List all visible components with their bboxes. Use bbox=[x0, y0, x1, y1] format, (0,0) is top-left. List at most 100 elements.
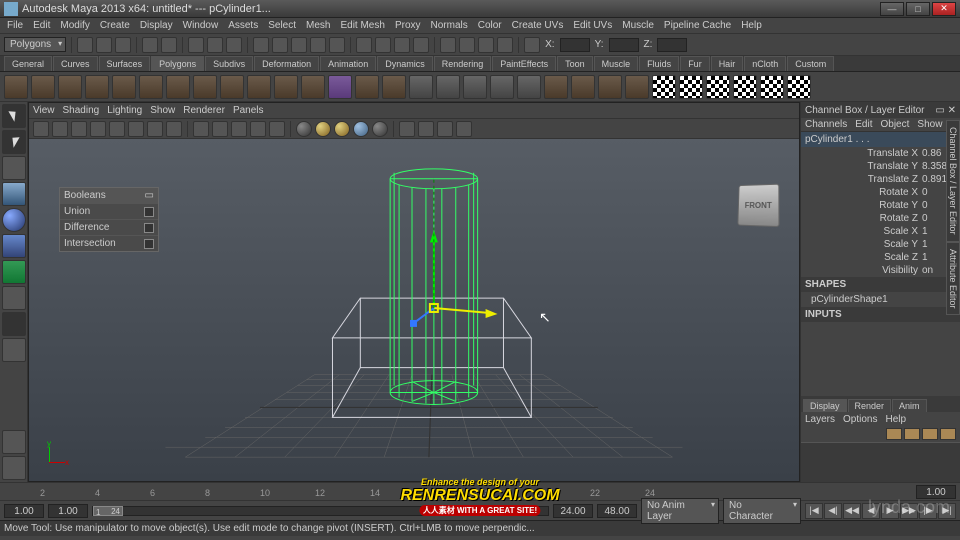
prev-key-button[interactable]: ◀◀ bbox=[843, 503, 861, 519]
cb-menu-channels[interactable]: Channels bbox=[805, 119, 847, 130]
vp-bookmark-icon[interactable] bbox=[52, 121, 68, 137]
shelf-item-icon[interactable] bbox=[787, 75, 811, 99]
menu-file[interactable]: File bbox=[2, 20, 28, 31]
shelf-tab-animation[interactable]: Animation bbox=[320, 56, 376, 71]
shelf-item-icon[interactable] bbox=[436, 75, 460, 99]
snap-curve-icon[interactable] bbox=[272, 37, 288, 53]
shelf-tab-toon[interactable]: Toon bbox=[557, 56, 593, 71]
new-scene-icon[interactable] bbox=[77, 37, 93, 53]
shelf-item-icon[interactable] bbox=[409, 75, 433, 99]
vp-select-camera-icon[interactable] bbox=[33, 121, 49, 137]
scale-tool-icon[interactable] bbox=[2, 234, 26, 258]
shelf-item-icon[interactable] bbox=[598, 75, 622, 99]
vp-highquality-icon[interactable] bbox=[315, 121, 331, 137]
shelf-item-icon[interactable] bbox=[382, 75, 406, 99]
layer-tab-display[interactable]: Display bbox=[803, 399, 847, 412]
shelf-item-icon[interactable] bbox=[58, 75, 82, 99]
vp-smooth-shade-icon[interactable] bbox=[212, 121, 228, 137]
shelf-tab-ncloth[interactable]: nCloth bbox=[744, 56, 786, 71]
select-by-object-icon[interactable] bbox=[207, 37, 223, 53]
vp-depth-icon[interactable] bbox=[456, 121, 472, 137]
vp-viewport2-icon[interactable] bbox=[334, 121, 350, 137]
coord-x-input[interactable] bbox=[560, 38, 590, 52]
vp-film-gate-icon[interactable] bbox=[128, 121, 144, 137]
cb-menu-object[interactable]: Object bbox=[881, 119, 910, 130]
shelf-item-icon[interactable] bbox=[301, 75, 325, 99]
panel-close-icon[interactable]: ▭ ✕ bbox=[935, 105, 956, 116]
shelf-tab-polygons[interactable]: Polygons bbox=[151, 56, 204, 71]
layer-tab-render[interactable]: Render bbox=[848, 399, 892, 412]
paint-select-tool-icon[interactable] bbox=[2, 156, 26, 180]
menu-display[interactable]: Display bbox=[135, 20, 178, 31]
shelf-item-icon[interactable] bbox=[463, 75, 487, 99]
shelf-item-icon[interactable] bbox=[4, 75, 28, 99]
anim-layer-dropdown[interactable]: No Anim Layer bbox=[641, 498, 719, 524]
menu-window[interactable]: Window bbox=[178, 20, 224, 31]
snap-plane-icon[interactable] bbox=[310, 37, 326, 53]
shelf-item-icon[interactable] bbox=[247, 75, 271, 99]
outliner-icon[interactable] bbox=[459, 37, 475, 53]
shelf-item-icon[interactable] bbox=[193, 75, 217, 99]
vp-exposure-icon[interactable] bbox=[399, 121, 415, 137]
single-pane-layout-icon[interactable] bbox=[2, 430, 26, 454]
vp-resolution-gate-icon[interactable] bbox=[147, 121, 163, 137]
attr-visibility[interactable]: Visibilityon bbox=[801, 264, 960, 277]
construction-history-icon[interactable] bbox=[356, 37, 372, 53]
start-frame-input[interactable]: 1.00 bbox=[4, 504, 44, 518]
shelf-item-icon[interactable] bbox=[355, 75, 379, 99]
character-dropdown[interactable]: No Character bbox=[723, 498, 801, 524]
menu-proxy[interactable]: Proxy bbox=[390, 20, 426, 31]
shelf-item-icon[interactable] bbox=[544, 75, 568, 99]
menu-help[interactable]: Help bbox=[736, 20, 767, 31]
lasso-tool-icon[interactable] bbox=[2, 130, 26, 154]
snap-grid-icon[interactable] bbox=[253, 37, 269, 53]
soft-mod-tool-icon[interactable] bbox=[2, 286, 26, 310]
view-cube[interactable]: FRONT bbox=[737, 184, 779, 227]
open-scene-icon[interactable] bbox=[96, 37, 112, 53]
move-tool-icon[interactable] bbox=[2, 182, 26, 206]
select-by-hierarchy-icon[interactable] bbox=[188, 37, 204, 53]
close-button[interactable]: ✕ bbox=[932, 2, 956, 16]
vp-isolate-icon[interactable] bbox=[296, 121, 312, 137]
vp-textured-icon[interactable] bbox=[231, 121, 247, 137]
time-ruler[interactable]: 246810121416182022241.00 bbox=[0, 482, 960, 500]
attr-translate-x[interactable]: Translate X0.86 bbox=[801, 147, 960, 160]
graph-editor-icon[interactable] bbox=[478, 37, 494, 53]
booleans-collapse-icon[interactable]: ▭ bbox=[145, 190, 154, 201]
coord-y-input[interactable] bbox=[609, 38, 639, 52]
menu-mesh[interactable]: Mesh bbox=[301, 20, 335, 31]
rotate-tool-icon[interactable] bbox=[2, 208, 26, 232]
viewport-scene[interactable]: Booleans▭ UnionDifferenceIntersection FR… bbox=[29, 139, 799, 481]
shelf-tab-dynamics[interactable]: Dynamics bbox=[377, 56, 433, 71]
layer-icon[interactable] bbox=[886, 428, 902, 440]
menu-edit-mesh[interactable]: Edit Mesh bbox=[335, 20, 389, 31]
shelf-tab-curves[interactable]: Curves bbox=[53, 56, 98, 71]
shelf-item-icon[interactable] bbox=[706, 75, 730, 99]
hypershade-icon[interactable] bbox=[440, 37, 456, 53]
vp-gamma-icon[interactable] bbox=[418, 121, 434, 137]
shelf-item-icon[interactable] bbox=[139, 75, 163, 99]
last-tool-icon[interactable] bbox=[2, 338, 26, 362]
vp-menu-show[interactable]: Show bbox=[150, 105, 175, 116]
vp-xray-joints-icon[interactable] bbox=[372, 121, 388, 137]
menu-select[interactable]: Select bbox=[263, 20, 301, 31]
shelf-tab-fluids[interactable]: Fluids bbox=[639, 56, 679, 71]
attr-scale-y[interactable]: Scale Y1 bbox=[801, 238, 960, 251]
save-scene-icon[interactable] bbox=[115, 37, 131, 53]
menu-edit-uvs[interactable]: Edit UVs bbox=[568, 20, 617, 31]
layer-menu-help[interactable]: Help bbox=[885, 414, 906, 425]
vp-wireframe-icon[interactable] bbox=[193, 121, 209, 137]
redo-icon[interactable] bbox=[161, 37, 177, 53]
snap-point-icon[interactable] bbox=[291, 37, 307, 53]
menu-pipeline-cache[interactable]: Pipeline Cache bbox=[659, 20, 736, 31]
boolean-union[interactable]: Union bbox=[60, 203, 158, 219]
shelf-item-icon[interactable] bbox=[679, 75, 703, 99]
shelf-tab-general[interactable]: General bbox=[4, 56, 52, 71]
side-tab-channel-box-layer-editor[interactable]: Channel Box / Layer Editor bbox=[946, 120, 960, 242]
vp-view-transform-icon[interactable] bbox=[437, 121, 453, 137]
attr-rotate-z[interactable]: Rotate Z0 bbox=[801, 212, 960, 225]
attr-scale-x[interactable]: Scale X1 bbox=[801, 225, 960, 238]
attr-translate-y[interactable]: Translate Y8.358 bbox=[801, 160, 960, 173]
lock-icon[interactable] bbox=[524, 37, 540, 53]
shelf-item-icon[interactable] bbox=[85, 75, 109, 99]
